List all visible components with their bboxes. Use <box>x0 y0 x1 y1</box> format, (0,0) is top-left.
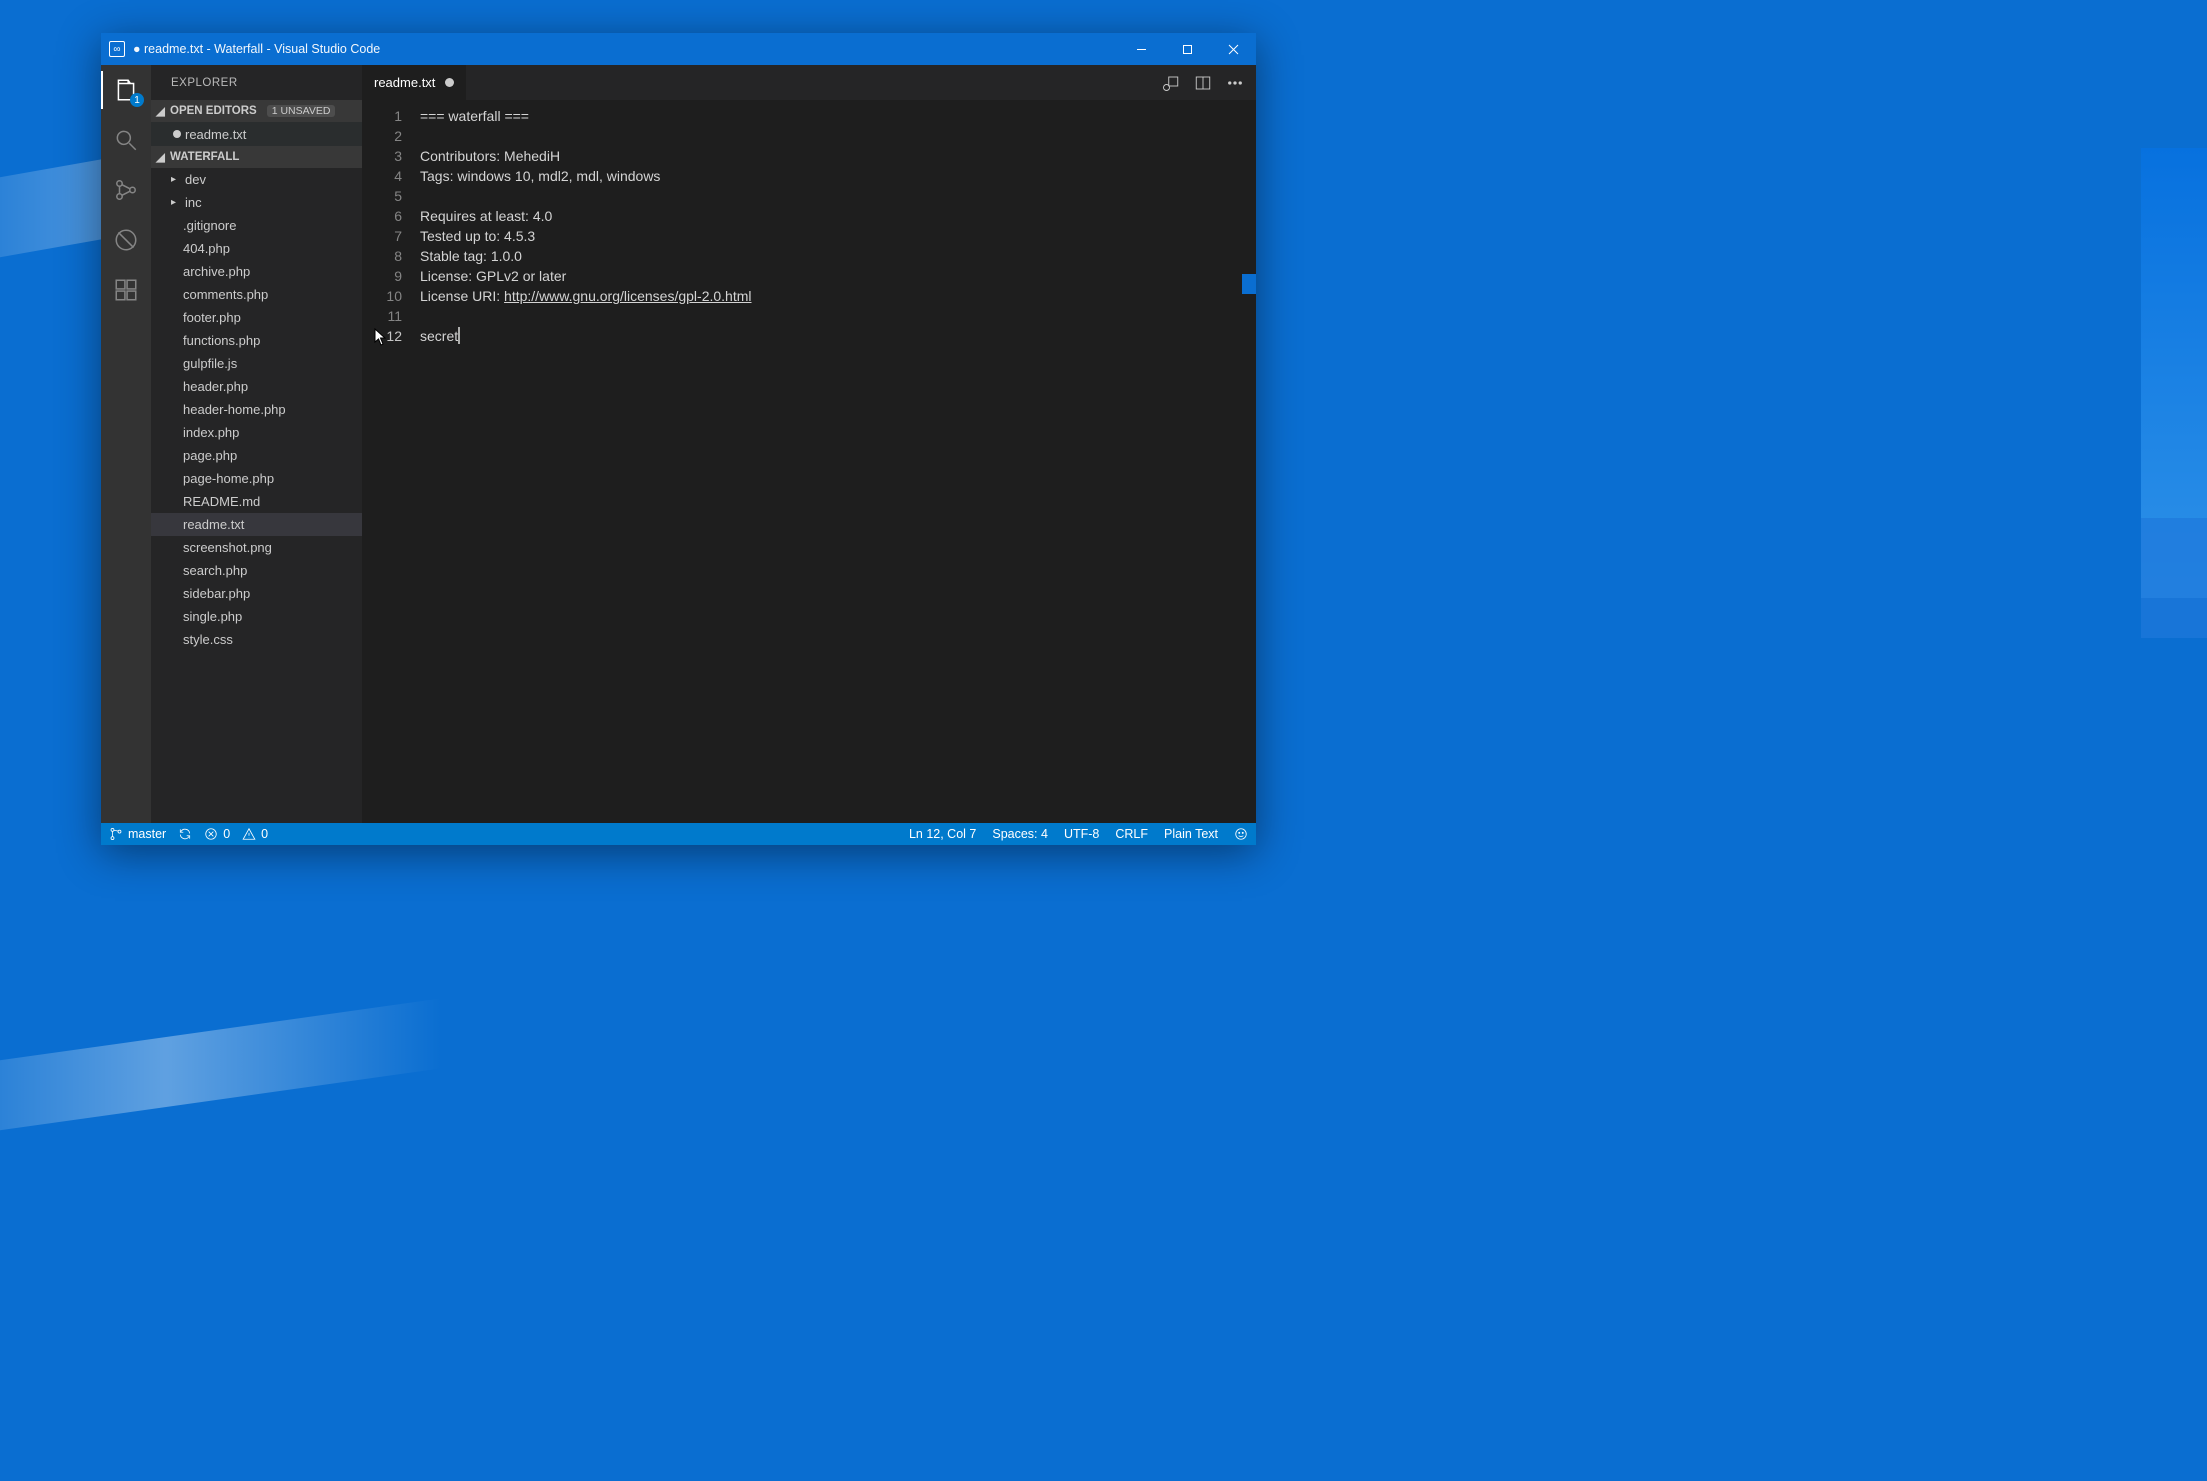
tree-folder[interactable]: inc <box>151 191 362 214</box>
tree-item-label: style.css <box>183 632 233 647</box>
explorer-badge: 1 <box>130 93 144 107</box>
overview-ruler[interactable] <box>1242 100 1256 823</box>
tree-file[interactable]: readme.txt <box>151 513 362 536</box>
tab-readme[interactable]: readme.txt <box>362 65 467 100</box>
window-title: ● readme.txt - Waterfall - Visual Studio… <box>133 42 1118 56</box>
status-errors[interactable]: 0 <box>204 827 230 841</box>
tree-item-label: page.php <box>183 448 237 463</box>
split-editor-icon[interactable] <box>1194 74 1212 92</box>
maximize-button[interactable] <box>1164 33 1210 65</box>
tree-item-label: .gitignore <box>183 218 236 233</box>
tree-item-label: header.php <box>183 379 248 394</box>
tree-file[interactable]: header-home.php <box>151 398 362 421</box>
activity-explorer[interactable]: 1 <box>111 75 141 105</box>
line-number-gutter: 123456789101112 <box>362 100 420 823</box>
tree-item-label: single.php <box>183 609 242 624</box>
open-editors-header[interactable]: ◢ OPEN EDITORS 1 UNSAVED <box>151 100 362 122</box>
compare-changes-icon[interactable] <box>1162 74 1180 92</box>
activity-git[interactable] <box>111 175 141 205</box>
chevron-down-icon: ◢ <box>156 104 166 118</box>
unsaved-badge: 1 UNSAVED <box>267 105 336 117</box>
tree-file[interactable]: style.css <box>151 628 362 651</box>
text-editor[interactable]: 123456789101112 === waterfall ===Contrib… <box>362 100 1256 823</box>
status-position[interactable]: Ln 12, Col 7 <box>909 827 976 841</box>
tree-file[interactable]: comments.php <box>151 283 362 306</box>
chevron-down-icon: ◢ <box>156 150 166 164</box>
tree-file[interactable]: gulpfile.js <box>151 352 362 375</box>
titlebar[interactable]: ∞ ● readme.txt - Waterfall - Visual Stud… <box>101 33 1256 65</box>
tree-file[interactable]: footer.php <box>151 306 362 329</box>
status-warnings[interactable]: 0 <box>242 827 268 841</box>
close-button[interactable] <box>1210 33 1256 65</box>
overview-ruler-mark <box>1242 274 1256 294</box>
tree-item-label: archive.php <box>183 264 250 279</box>
tree-folder[interactable]: dev <box>151 168 362 191</box>
status-lang[interactable]: Plain Text <box>1164 827 1218 841</box>
open-editor-filename: readme.txt <box>185 127 246 142</box>
activity-extensions[interactable] <box>111 275 141 305</box>
explorer-sidebar: EXPLORER ◢ OPEN EDITORS 1 UNSAVED readme… <box>151 65 362 823</box>
tree-file[interactable]: .gitignore <box>151 214 362 237</box>
tree-item-label: gulpfile.js <box>183 356 237 371</box>
dirty-indicator-icon <box>173 130 181 138</box>
more-actions-icon[interactable] <box>1226 74 1244 92</box>
tree-file[interactable]: search.php <box>151 559 362 582</box>
tree-item-label: sidebar.php <box>183 586 250 601</box>
app-icon: ∞ <box>109 41 125 57</box>
tree-item-label: footer.php <box>183 310 241 325</box>
open-editor-item[interactable]: readme.txt <box>151 122 362 146</box>
tree-file[interactable]: screenshot.png <box>151 536 362 559</box>
tab-label: readme.txt <box>374 75 435 90</box>
tree-item-label: readme.txt <box>183 517 244 532</box>
project-label: WATERFALL <box>170 151 239 163</box>
feedback-icon[interactable] <box>1234 827 1248 841</box>
tree-file[interactable]: archive.php <box>151 260 362 283</box>
tree-file[interactable]: sidebar.php <box>151 582 362 605</box>
status-eol[interactable]: CRLF <box>1115 827 1148 841</box>
minimize-button[interactable] <box>1118 33 1164 65</box>
tab-bar: readme.txt <box>362 65 1256 100</box>
tree-item-label: inc <box>185 195 202 210</box>
tree-file[interactable]: single.php <box>151 605 362 628</box>
editor-group: readme.txt 123456789101112 === waterfall… <box>362 65 1256 823</box>
tree-file[interactable]: header.php <box>151 375 362 398</box>
tree-item-label: header-home.php <box>183 402 286 417</box>
activity-search[interactable] <box>111 125 141 155</box>
text-caret <box>458 327 460 344</box>
activity-debug[interactable] <box>111 225 141 255</box>
tree-file[interactable]: README.md <box>151 490 362 513</box>
vscode-window: ∞ ● readme.txt - Waterfall - Visual Stud… <box>101 33 1256 845</box>
dirty-indicator-icon <box>445 78 454 87</box>
sidebar-title: EXPLORER <box>151 65 362 100</box>
tree-item-label: page-home.php <box>183 471 274 486</box>
tree-item-label: screenshot.png <box>183 540 272 555</box>
tree-file[interactable]: index.php <box>151 421 362 444</box>
tree-file[interactable]: 404.php <box>151 237 362 260</box>
tree-file[interactable]: page-home.php <box>151 467 362 490</box>
tree-item-label: README.md <box>183 494 260 509</box>
code-content[interactable]: === waterfall ===Contributors: MehediHTa… <box>420 100 1256 823</box>
status-sync[interactable] <box>178 827 192 841</box>
status-bar: master 0 0 Ln 12, Col 7 Spaces: 4 UTF-8 … <box>101 823 1256 845</box>
activity-bar: 1 <box>101 65 151 823</box>
tree-item-label: comments.php <box>183 287 268 302</box>
tree-file[interactable]: functions.php <box>151 329 362 352</box>
tree-item-label: dev <box>185 172 206 187</box>
tree-item-label: functions.php <box>183 333 260 348</box>
tree-file[interactable]: page.php <box>151 444 362 467</box>
status-encoding[interactable]: UTF-8 <box>1064 827 1099 841</box>
tree-item-label: 404.php <box>183 241 230 256</box>
license-link[interactable]: http://www.gnu.org/licenses/gpl-2.0.html <box>504 288 751 304</box>
tree-item-label: search.php <box>183 563 247 578</box>
project-header[interactable]: ◢ WATERFALL <box>151 146 362 168</box>
status-branch[interactable]: master <box>109 827 166 841</box>
tree-item-label: index.php <box>183 425 239 440</box>
open-editors-label: OPEN EDITORS <box>170 105 257 117</box>
status-spaces[interactable]: Spaces: 4 <box>992 827 1048 841</box>
